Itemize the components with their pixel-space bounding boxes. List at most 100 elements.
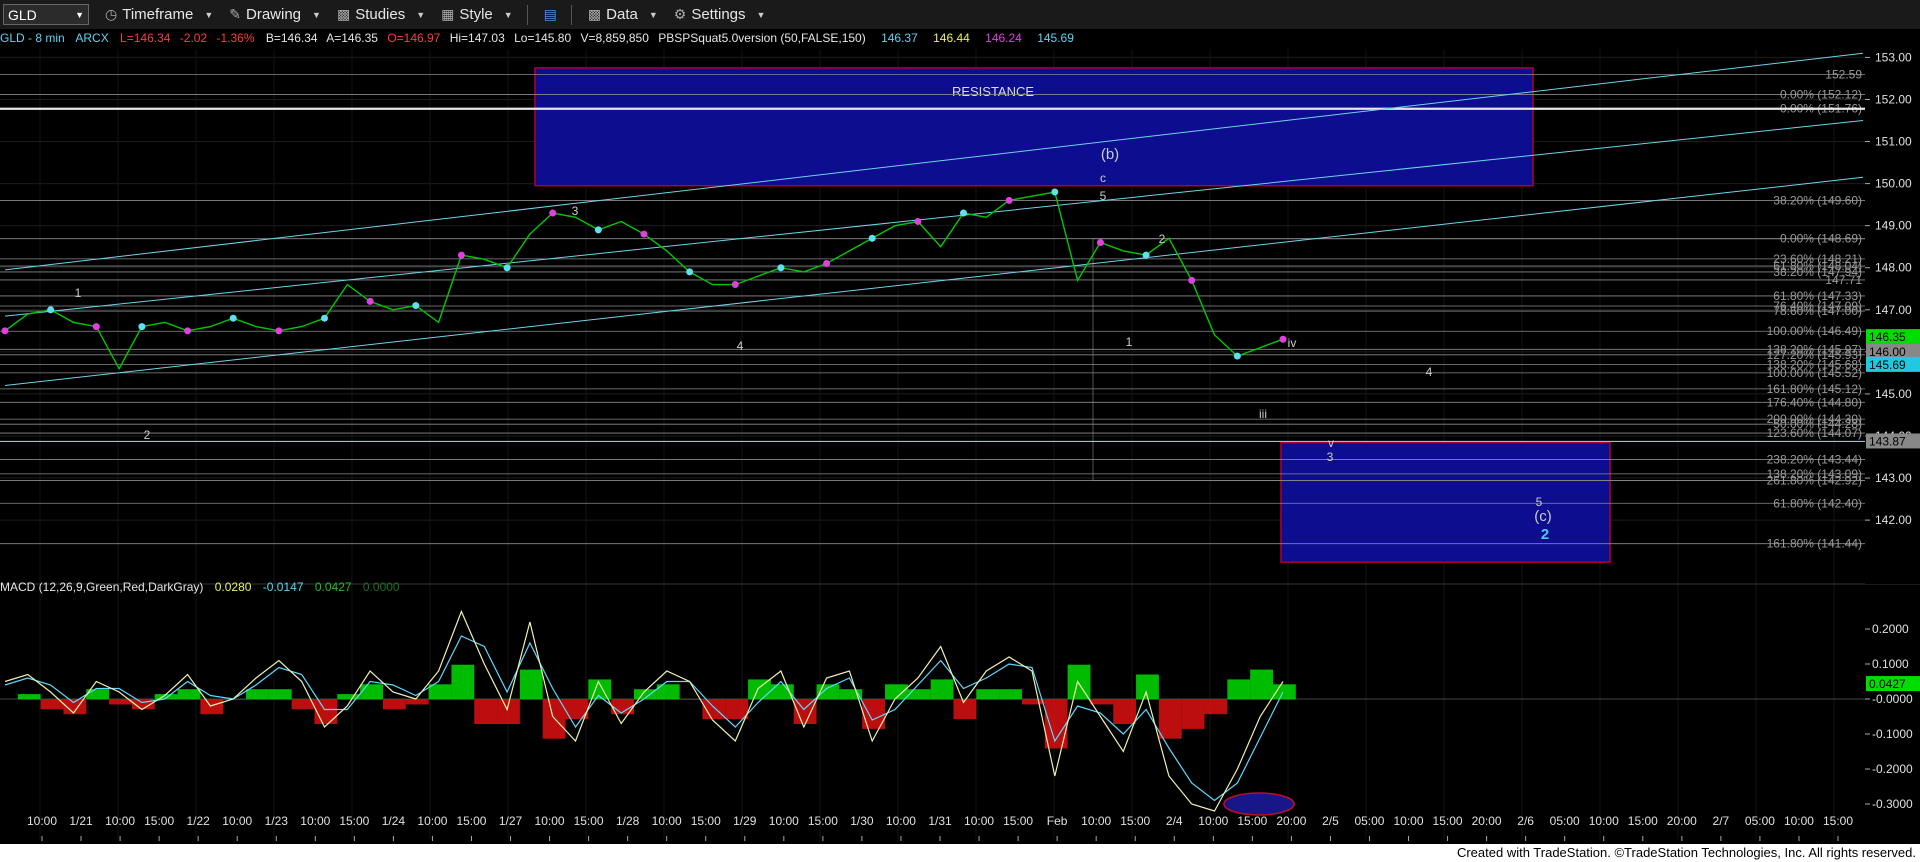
time-tick-label: 1/28 [616, 814, 640, 828]
wave-label: 1 [1126, 335, 1133, 349]
wave-label: 2 [1159, 232, 1166, 246]
price-dot [1005, 196, 1013, 204]
price-dot [47, 306, 55, 314]
study-value-3: 146.24 [985, 31, 1022, 45]
price-dot [731, 281, 739, 289]
macd-histogram-bar [519, 669, 543, 700]
time-tick-label: 10:00 [769, 814, 799, 828]
fib-level-label: 0.00% (152.12) [1780, 87, 1862, 101]
macd-histogram-bar [360, 684, 383, 700]
macd-histogram-bar [314, 699, 338, 724]
study-value-1: 146.37 [881, 31, 918, 45]
macd-tick-label: -0.0000 [1872, 692, 1913, 706]
low-price: Lo=145.80 [514, 31, 571, 45]
macd-histogram-bar [1181, 699, 1205, 729]
price-tick-label: 153.00 [1875, 50, 1912, 64]
bid-price: B=146.34 [266, 31, 318, 45]
time-tick-label: 15:00 [808, 814, 838, 828]
macd-histogram-bar [17, 694, 41, 700]
macd-tick-label: -0.2000 [1872, 762, 1913, 776]
time-tick-label: 1/27 [499, 814, 523, 828]
macd-histogram-bar [405, 699, 429, 705]
price-tick-label: 143.00 [1875, 471, 1912, 485]
wave-label: 4 [737, 339, 744, 353]
symbol-info: GLD - 8 min [0, 31, 65, 45]
fib-level-label: 61.80% (142.40) [1773, 496, 1862, 510]
price-tick-label: 150.00 [1875, 177, 1912, 191]
macd-histogram-bar [976, 689, 1000, 700]
footer: Created with TradeStation. ©TradeStation… [0, 844, 1920, 862]
study-value-4: 145.69 [1037, 31, 1074, 45]
price-dot [549, 209, 557, 217]
drawing-menu[interactable]: ✎ Drawing ▼ [229, 6, 321, 23]
time-tick-label: 15:00 [1433, 814, 1463, 828]
macd-diff-value: 0.0427 [315, 580, 352, 594]
time-tick-label: 20:00 [1276, 814, 1306, 828]
macd-zero-value: 0.0000 [363, 580, 400, 594]
price-dot [686, 268, 694, 276]
volume: V=8,859,850 [581, 31, 650, 45]
time-tick-label: 10:00 [105, 814, 135, 828]
macd-histogram-bar [200, 699, 224, 715]
wave-label: 2 [144, 428, 151, 442]
time-tick-label: 2/6 [1517, 814, 1534, 828]
fib-level-label: 78.60% (147.00) [1773, 304, 1862, 318]
exchange: ARCX [75, 31, 108, 45]
time-tick-label: 10:00 [300, 814, 330, 828]
time-tick-label: 1/31 [928, 814, 952, 828]
macd-histogram-bar [428, 684, 452, 700]
fib-level-label: 100.00% (145.52) [1767, 366, 1862, 380]
macd-histogram-bar [1250, 669, 1273, 700]
macd-avg-value: -0.0147 [263, 580, 304, 594]
macd-histogram-bar [1227, 679, 1251, 700]
symbol-value: GLD [8, 6, 37, 23]
time-tick-label: 2/7 [1713, 814, 1730, 828]
settings-menu[interactable]: ⚙ Settings ▼ [674, 6, 766, 23]
studies-menu[interactable]: ▩ Studies ▼ [337, 6, 425, 23]
price-tick-label: 151.00 [1875, 135, 1912, 149]
layout-button[interactable]: ▤ [544, 6, 557, 23]
price-dot [366, 297, 374, 305]
study-name: PBSPSquat5.0version (50,FALSE,150) [658, 31, 865, 45]
macd-histogram-bar [1090, 699, 1114, 705]
resistance-label: RESISTANCE [952, 84, 1034, 99]
time-tick-label: 10:00 [652, 814, 682, 828]
study-value-2: 146.44 [933, 31, 970, 45]
time-tick-label: 1/30 [850, 814, 874, 828]
gear-icon: ⚙ [673, 6, 687, 22]
layout-icon: ▤ [543, 6, 557, 22]
chart-area[interactable]: RESISTANCE 152.590.00% (152.12)0.00% (15… [0, 29, 1920, 844]
price-tick-label: 149.00 [1875, 219, 1912, 233]
price-dot [457, 251, 465, 259]
fib-level-label: 152.59 [1825, 68, 1862, 82]
price-marker-label: 146.35 [1869, 330, 1906, 344]
chevron-down-icon: ▼ [503, 9, 513, 20]
style-menu[interactable]: ▦ Style ▼ [441, 6, 513, 23]
clock-icon: ◷ [105, 6, 118, 22]
macd-value: 0.0280 [215, 580, 252, 594]
time-tick-label: 15:00 [456, 814, 486, 828]
time-tick-label: 1/21 [69, 814, 93, 828]
price-dot [914, 217, 922, 225]
price-dot [184, 327, 192, 335]
wave-label: 5 [1536, 495, 1543, 509]
price-tick-label: 152.00 [1875, 92, 1912, 106]
macd-histogram-bar [770, 684, 794, 700]
price-dot [503, 264, 511, 272]
time-tick-label: 10:00 [222, 814, 252, 828]
time-tick-label: 2/4 [1166, 814, 1183, 828]
macd-histogram-bar [1113, 699, 1137, 724]
wave-label: iv [1288, 336, 1297, 350]
price-dot [640, 230, 648, 238]
data-menu[interactable]: ▩ Data ▼ [588, 6, 658, 23]
symbol-selector[interactable]: GLD ▼ [3, 4, 89, 25]
time-tick-label: 10:00 [964, 814, 994, 828]
chevron-down-icon: ▼ [204, 9, 214, 20]
chevron-down-icon: ▼ [756, 9, 766, 20]
settings-label: Settings [691, 6, 746, 23]
price-dot [1142, 251, 1150, 259]
time-tick-label: 10:00 [1394, 814, 1424, 828]
copyright-text: Created with TradeStation. ©TradeStation… [1456, 845, 1916, 860]
macd-histogram-bar [246, 689, 269, 700]
timeframe-menu[interactable]: ◷ Timeframe ▼ [105, 6, 213, 23]
